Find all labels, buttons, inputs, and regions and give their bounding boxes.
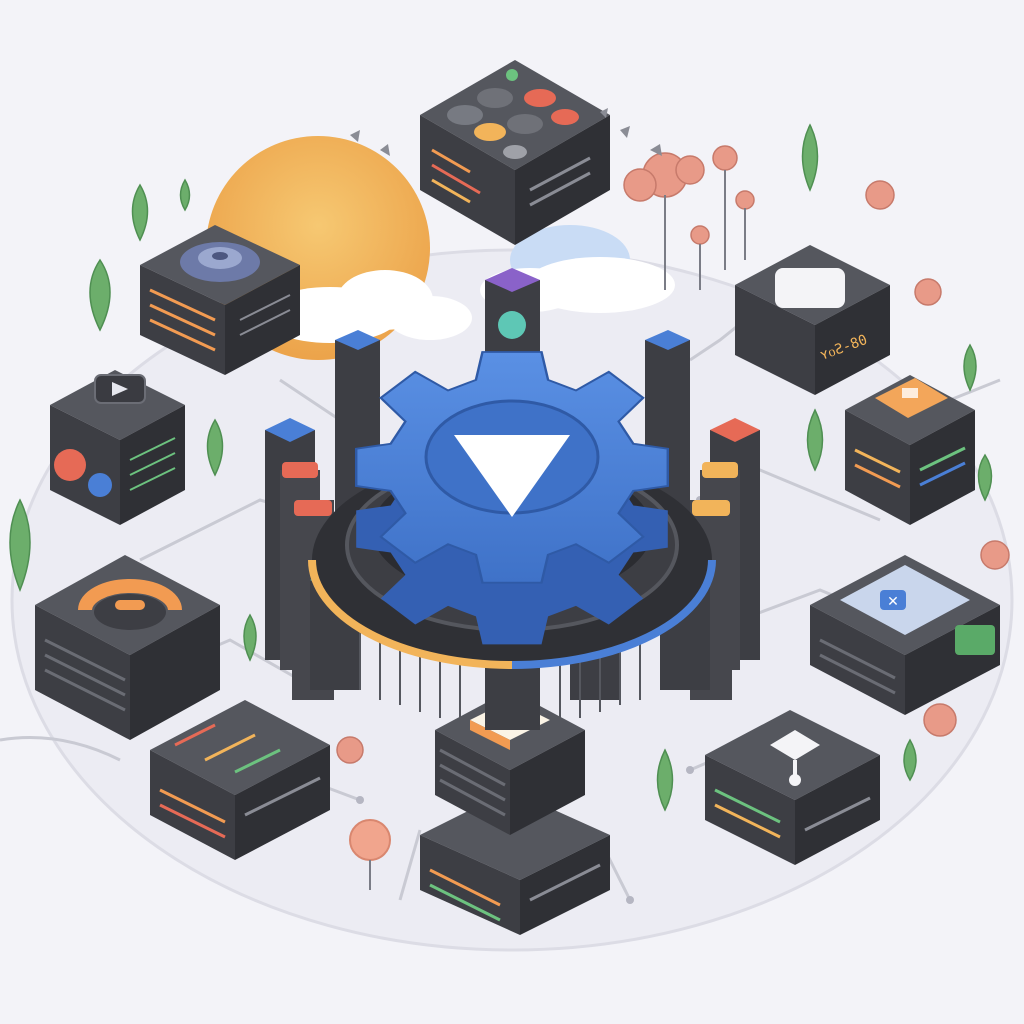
disk-icon: [180, 242, 260, 282]
blue-dial: [88, 473, 112, 497]
isometric-server-scene: ʏᴏƧ-80 ✕: [0, 60, 1014, 952]
gear-play-icon[interactable]: [354, 351, 670, 645]
blank-tile-icon: [775, 268, 845, 308]
green-status-icon: [498, 311, 526, 339]
svg-text:✕: ✕: [887, 594, 899, 610]
server-module-top[interactable]: [420, 60, 610, 245]
close-icon: ✕: [880, 590, 906, 610]
red-dial: [54, 449, 86, 481]
